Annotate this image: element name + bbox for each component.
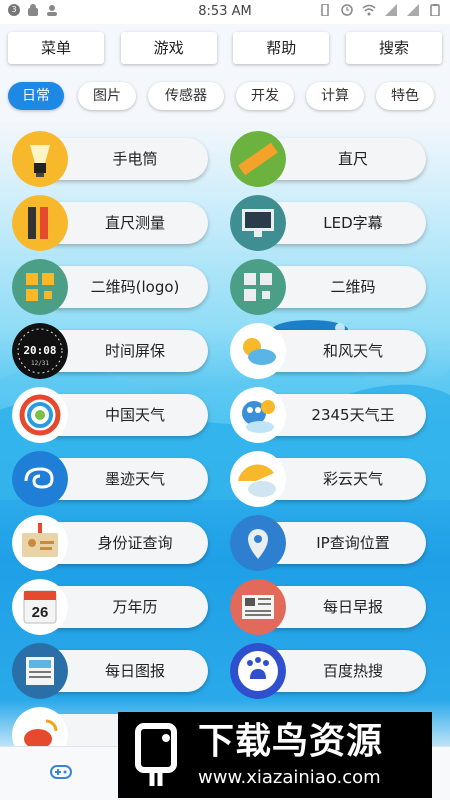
weather-sun-cloud-icon	[230, 323, 286, 379]
signal-icon	[407, 4, 419, 16]
baidu-icon	[230, 643, 286, 699]
tool-perpetual-calendar[interactable]: 26 万年历	[12, 579, 210, 635]
tool-label: IP查询位置	[316, 534, 390, 552]
picture-news-icon	[12, 643, 68, 699]
category-tabs: 日常 图片 传感器 开发 计算 特色	[8, 82, 450, 112]
tool-qrcode-logo[interactable]: 二维码(logo)	[12, 259, 210, 315]
clock-time-text: 20:08	[23, 344, 56, 357]
qrcode-logo-icon	[12, 259, 68, 315]
clock-screensaver-icon: 20:08 12/31	[12, 323, 68, 379]
tool-label: LED字幕	[323, 214, 383, 232]
tab-calculate[interactable]: 计算	[306, 82, 364, 110]
tool-label: 每日图报	[104, 662, 165, 680]
tool-label: 彩云天气	[322, 470, 383, 488]
tool-led-subtitle[interactable]: LED字幕	[230, 195, 428, 251]
tool-label: 身份证查询	[97, 534, 173, 552]
tab-develop[interactable]: 开发	[236, 82, 294, 110]
alarm-icon	[341, 4, 353, 16]
watermark-banner: 下载鸟资源 www.xiazainiao.com	[118, 712, 432, 798]
tab-images[interactable]: 图片	[78, 82, 136, 110]
tool-moji-weather[interactable]: 墨迹天气	[12, 451, 210, 507]
tool-label: 每日早报	[322, 598, 383, 616]
tool-label: 万年历	[112, 598, 158, 616]
caiyun-weather-icon	[230, 451, 286, 507]
id-card-icon	[12, 515, 68, 571]
weather-2345-icon	[230, 387, 286, 443]
tool-label: 直尺	[337, 150, 368, 168]
tab-featured[interactable]: 特色	[376, 82, 434, 110]
calendar-icon: 26	[12, 579, 68, 635]
tab-sensors[interactable]: 传感器	[148, 82, 224, 110]
tool-daily-picture-news[interactable]: 每日图报	[12, 643, 210, 699]
gamepad-icon[interactable]	[50, 765, 72, 779]
tool-baidu-hot-search[interactable]: 百度热搜	[230, 643, 428, 699]
ruler-icon	[230, 131, 286, 187]
bird-logo-icon	[135, 723, 177, 786]
tool-hefeng-weather[interactable]: 和风天气	[230, 323, 428, 379]
led-monitor-icon	[230, 195, 286, 251]
newspaper-icon	[230, 579, 286, 635]
watermark-title: 下载鸟资源	[198, 721, 384, 762]
vibrate-icon	[321, 4, 329, 16]
tool-ip-location[interactable]: IP查询位置	[230, 515, 428, 571]
tool-label: 直尺测量	[104, 214, 165, 232]
games-button[interactable]: 游戏	[120, 32, 217, 64]
ruler-measure-icon	[12, 195, 68, 251]
calendar-day-text: 26	[32, 604, 49, 621]
tool-ruler-measure[interactable]: 直尺测量	[12, 195, 210, 251]
flashlight-icon	[12, 131, 68, 187]
qrcode-icon	[230, 259, 286, 315]
tool-caiyun-weather[interactable]: 彩云天气	[230, 451, 428, 507]
status-right-icons	[318, 4, 442, 16]
tool-label: 中国天气	[104, 406, 165, 424]
menu-button[interactable]: 菜单	[8, 32, 104, 64]
tool-daily-news[interactable]: 每日早报	[230, 579, 428, 635]
tool-label: 2345天气王	[311, 406, 395, 424]
tool-label: 二维码(logo)	[90, 278, 180, 296]
search-button[interactable]: 搜索	[345, 32, 442, 64]
tool-ruler[interactable]: 直尺	[230, 131, 428, 187]
china-weather-icon	[12, 387, 68, 443]
battery-icon	[430, 4, 440, 16]
location-pin-icon	[230, 515, 286, 571]
tool-2345-weather[interactable]: 2345天气王	[230, 387, 428, 443]
tool-qrcode[interactable]: 二维码	[230, 259, 428, 315]
watermark-url: www.xiazainiao.com	[198, 767, 381, 788]
tool-china-weather[interactable]: 中国天气	[12, 387, 210, 443]
tool-id-card-query[interactable]: 身份证查询	[12, 515, 210, 571]
signal-icon	[385, 4, 397, 16]
tool-clock-screensaver[interactable]: 20:08 12/31 时间屏保	[12, 323, 210, 379]
tool-label: 手电筒	[112, 150, 158, 168]
tool-label: 时间屏保	[104, 342, 165, 360]
wifi-icon	[362, 4, 376, 16]
tool-label: 和风天气	[322, 342, 383, 360]
tool-label: 墨迹天气	[104, 470, 165, 488]
tab-daily[interactable]: 日常	[8, 82, 64, 110]
moji-weather-icon	[12, 451, 68, 507]
tool-label: 二维码	[330, 278, 376, 296]
top-menu: 菜单 游戏 帮助 搜索	[8, 32, 442, 64]
tool-flashlight[interactable]: 手电筒	[12, 131, 210, 187]
clock-date-text: 12/31	[31, 360, 49, 367]
tool-label: 百度热搜	[322, 662, 383, 680]
help-button[interactable]: 帮助	[233, 32, 330, 64]
status-bar: 3 8:53 AM	[0, 0, 450, 24]
